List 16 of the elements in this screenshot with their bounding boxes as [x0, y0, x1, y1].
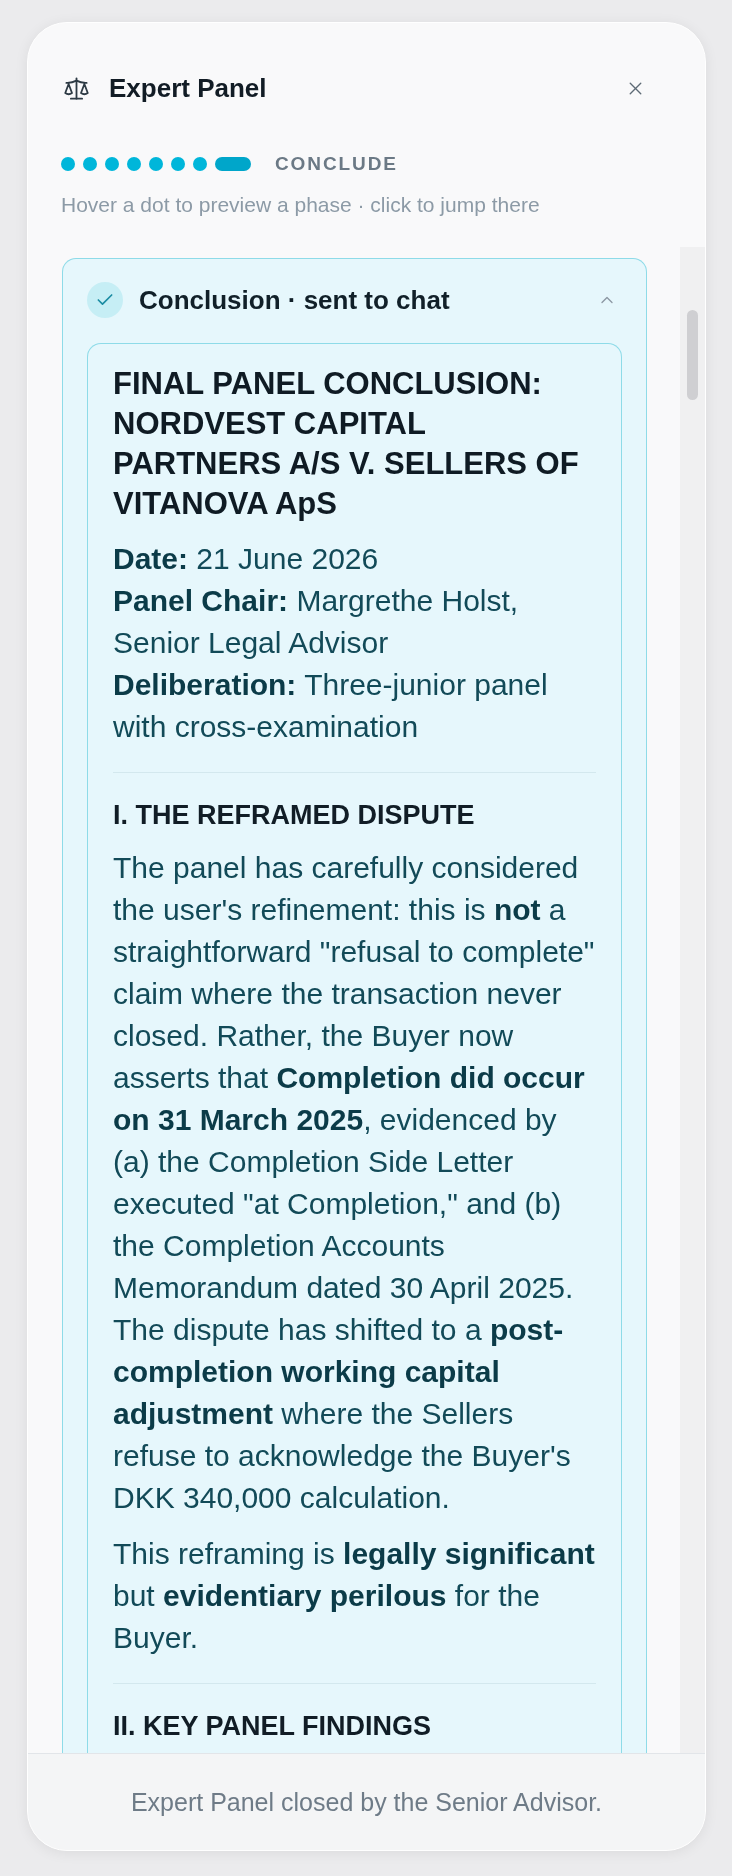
hint-text: Hover a dot to preview a phase · click to jump there — [61, 192, 541, 218]
panel-title: Expert Panel — [109, 72, 267, 104]
footer-message: Expert Panel closed by the Senior Advisor. — [130, 1787, 603, 1818]
section-heading: I. THE REFRAMED DISPUTE — [113, 799, 476, 832]
meta-line: Deliberation: Three-junior panel with cross-examination — [113, 667, 549, 745]
check-icon — [87, 282, 123, 318]
meta-line: Date: 21 June 2026 — [113, 541, 380, 577]
document-title: FINAL PANEL CONCLUSION: NORDVEST CAPITAL PARTNERS A/S V. SELLERS OF VITANOVA ApS — [113, 365, 580, 523]
section-heading: II. KEY PANEL FINDINGS — [113, 1710, 433, 1743]
meta-line: Panel Chair: Margrethe Holst, Senior Legal Advisor — [113, 583, 520, 661]
card-title: Conclusion · sent to chat — [139, 284, 450, 316]
scale-icon — [63, 74, 90, 102]
body-paragraph: The panel has carefully considered the user's refinement: this is not a straightforward "refusal to complete" claim where the transaction never closed. Rather, the Buyer now asserts that Completion did occur on 31 March 2025, evidenced by (a) the Completion Side Letter executed "at Completion," and (b) the Completion Accounts Memorandum dated 30 April 2025. The dispute has shifted to a post-completion working capital adjustment where the Sellers refuse to acknowledge the Buyer's DKK 340,000 calculation. — [113, 850, 596, 1516]
phase-label: CONCLUDE — [275, 153, 398, 175]
body-paragraph: This reframing is legally significant but evidentiary perilous for the Buyer. — [113, 1536, 596, 1656]
scrollbar-thumb[interactable] — [687, 310, 698, 400]
